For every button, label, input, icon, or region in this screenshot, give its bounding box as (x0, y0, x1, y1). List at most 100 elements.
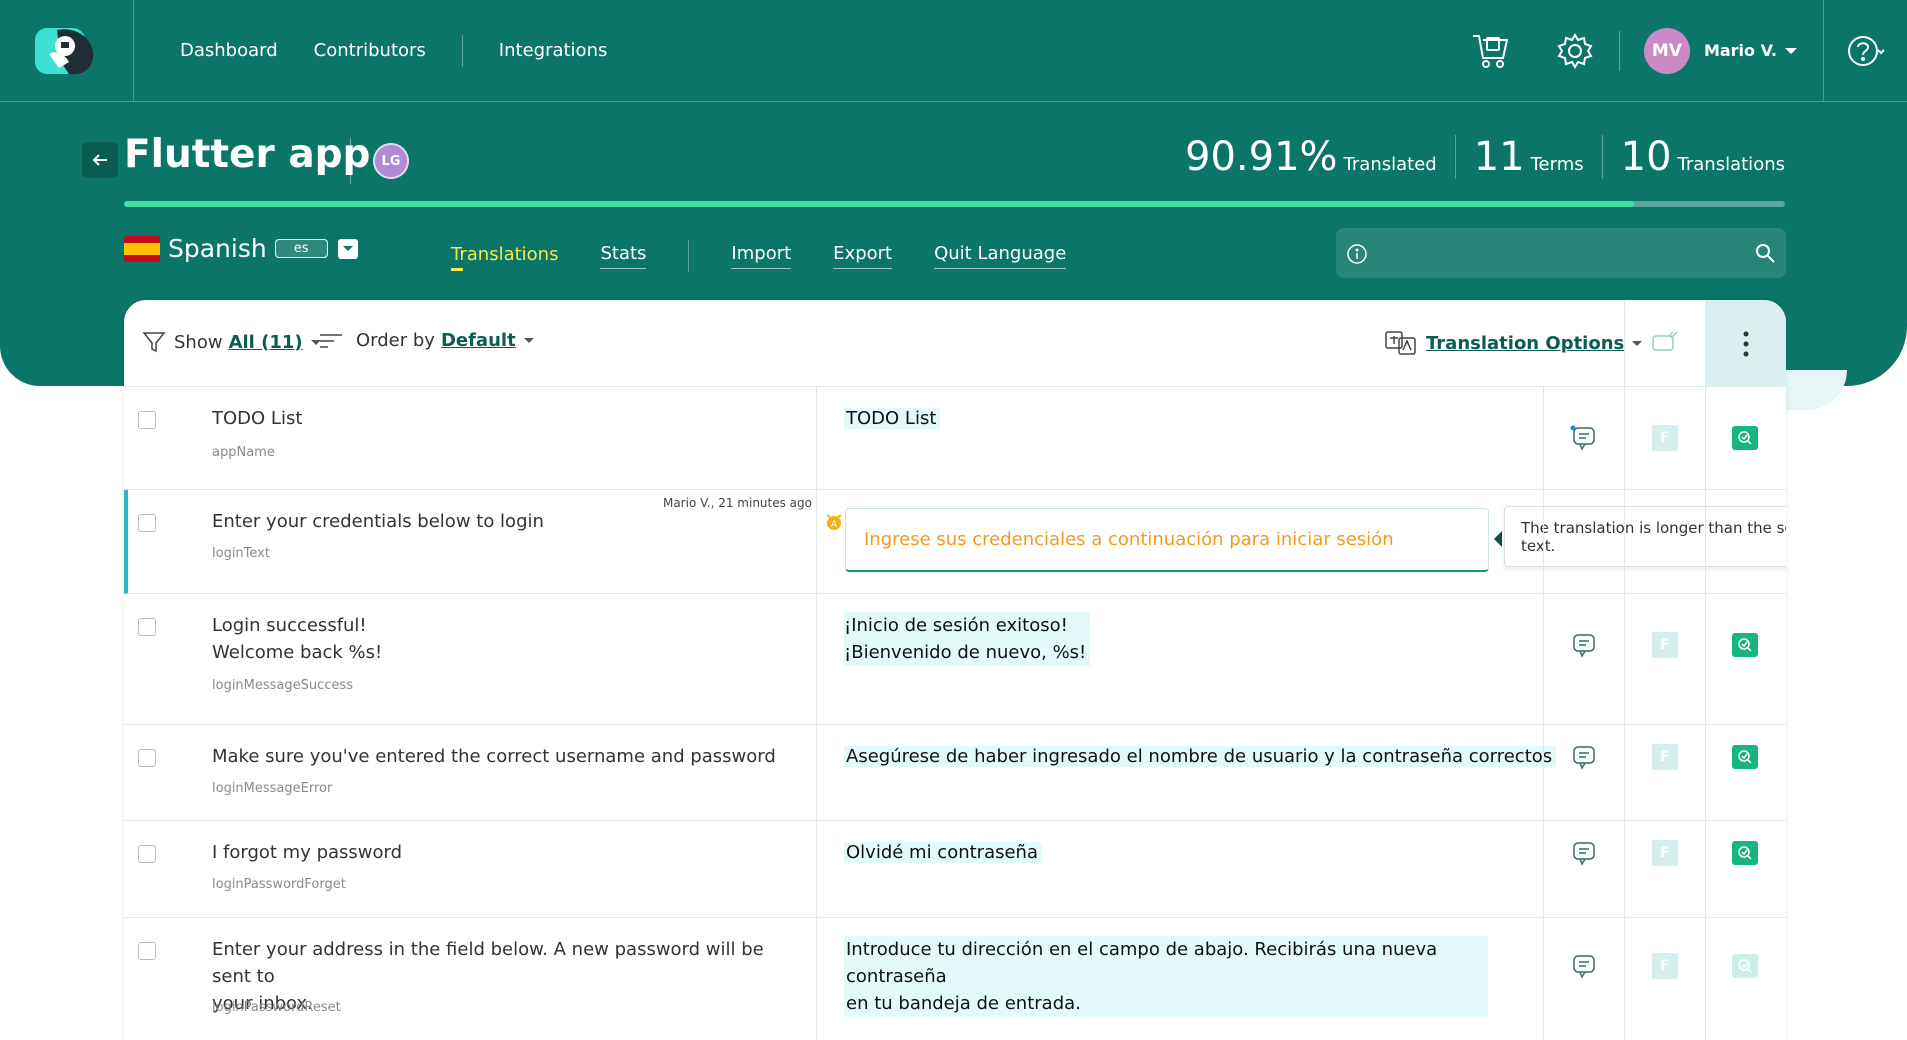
comment-check-icon (1652, 331, 1678, 351)
language-tabs: Translations Stats Import Export Quit La… (451, 240, 1108, 272)
translation-text[interactable]: Introduce tu dirección en el campo de ab… (844, 936, 1488, 1017)
verify-check-icon[interactable] (1732, 841, 1758, 865)
translation-line: ¡Bienvenido de nuevo, %s! (844, 642, 1087, 663)
source-text: Enter your credentials below to login (212, 511, 544, 532)
back-button[interactable] (82, 142, 118, 178)
term-key: loginPasswordForget (212, 877, 346, 892)
chevron-down-icon (342, 246, 353, 251)
row-checkbox[interactable] (138, 749, 156, 767)
translation-text[interactable]: Asegúrese de haber ingresado el nombre d… (844, 743, 1557, 770)
translation-options[interactable]: Translation Options (1384, 330, 1643, 356)
flag-f-icon[interactable]: F (1652, 632, 1678, 658)
comment-icon[interactable] (1570, 840, 1598, 866)
order-by[interactable]: Order by Default (318, 330, 534, 351)
table-row[interactable]: Login successful! Welcome back %s! login… (124, 594, 1786, 725)
last-edit-meta: Mario V., 21 minutes ago (662, 496, 812, 510)
comment-icon[interactable] (1570, 744, 1598, 770)
row-checkbox[interactable] (138, 942, 156, 960)
source-text: Login successful! Welcome back %s! (212, 612, 792, 666)
help-cell (1823, 0, 1907, 101)
comment-icon[interactable] (1570, 425, 1598, 451)
flag-f-icon[interactable]: F (1652, 425, 1678, 451)
term-key: loginPasswordReset (212, 1000, 341, 1015)
show-label: Show (174, 331, 223, 353)
translation-options-label: Translation Options (1426, 332, 1625, 354)
cart-icon[interactable] (1469, 29, 1513, 73)
action-column-divider (1624, 387, 1625, 1040)
verify-check-icon[interactable] (1732, 633, 1758, 657)
bulk-comments-cell[interactable] (1624, 300, 1705, 387)
verify-check-icon[interactable] (1732, 954, 1758, 978)
table-row[interactable]: I forgot my password loginPasswordForget… (124, 821, 1786, 918)
table-row[interactable]: TODO List appName TODO List (124, 387, 1786, 490)
terms-count: 11 (1473, 134, 1525, 180)
show-filter[interactable]: Show All (11) (142, 330, 321, 354)
user-menu-chevron-down-icon[interactable] (1785, 47, 1797, 54)
nav-contributors[interactable]: Contributors (314, 40, 426, 61)
logo-cell (0, 0, 134, 101)
translation-value: TODO List (844, 408, 941, 429)
comment-icon[interactable] (1570, 953, 1598, 979)
flag-f-icon[interactable]: F (1652, 840, 1678, 866)
nav-right-divider (1618, 30, 1620, 71)
project-title: Flutter app (124, 132, 371, 177)
title-divider (350, 138, 351, 184)
flag-f-icon[interactable]: F (1652, 744, 1678, 770)
parrot-logo-icon[interactable] (35, 24, 99, 78)
more-options-button[interactable] (1705, 300, 1786, 387)
column-divider (816, 918, 817, 1040)
translation-text[interactable]: ¡Inicio de sesión exitoso! ¡Bienvenido d… (844, 612, 1091, 666)
search-input[interactable] (1336, 228, 1786, 278)
column-divider (816, 594, 817, 725)
verify-check-icon[interactable] (1732, 745, 1758, 769)
term-key: appName (212, 445, 275, 460)
order-value[interactable]: Default (441, 330, 516, 351)
column-divider (816, 490, 817, 594)
language-selector: Spanish es (124, 234, 358, 263)
row-checkbox[interactable] (138, 618, 156, 636)
table-row[interactable]: Enter your address in the field below. A… (124, 918, 1786, 1040)
language-dropdown-button[interactable] (337, 238, 358, 259)
nav-dashboard[interactable]: Dashboard (180, 40, 278, 61)
top-navigation: Dashboard Contributors Integrations MV M… (0, 0, 1907, 102)
nav-integrations[interactable]: Integrations (499, 40, 608, 61)
row-checkbox[interactable] (138, 845, 156, 863)
column-divider (816, 725, 817, 821)
filter-funnel-icon (142, 332, 166, 353)
tab-import[interactable]: Import (731, 243, 792, 269)
tab-stats[interactable]: Stats (600, 243, 647, 269)
tab-quit-language[interactable]: Quit Language (934, 243, 1067, 269)
verify-check-icon[interactable] (1732, 426, 1758, 450)
action-column-divider (1543, 387, 1544, 1040)
translation-text[interactable]: Olvidé mi contraseña (844, 839, 1042, 866)
auto-translate-alarm-icon[interactable]: A (824, 512, 844, 532)
user-name[interactable]: Mario V. (1704, 41, 1777, 60)
table-row[interactable]: Make sure you've entered the correct use… (124, 725, 1786, 821)
translated-label: Translated (1343, 154, 1437, 175)
translation-value: Asegúrese de haber ingresado el nombre d… (844, 746, 1557, 767)
owner-badge[interactable]: LG (373, 143, 409, 179)
translation-text[interactable]: TODO List (844, 405, 941, 432)
translation-value: Olvidé mi contraseña (844, 842, 1042, 863)
translations-table: Show All (11) Order by Default Translati… (124, 300, 1786, 1040)
show-value[interactable]: All (11) (229, 332, 303, 353)
help-question-icon[interactable] (1846, 34, 1886, 68)
comment-icon[interactable] (1570, 632, 1598, 658)
row-checkbox[interactable] (138, 411, 156, 429)
row-checkbox[interactable] (138, 514, 156, 532)
translation-line: ¡Inicio de sesión exitoso! (844, 615, 1068, 636)
tab-translations[interactable]: Translations (451, 244, 558, 271)
translations-count: 10 (1620, 134, 1672, 180)
flag-f-icon[interactable]: F (1652, 953, 1678, 979)
translations-label: Translations (1677, 154, 1785, 175)
translation-edit-field[interactable]: Ingrese sus credenciales a continuación … (845, 508, 1489, 572)
tab-export[interactable]: Export (833, 243, 893, 269)
settings-gear-icon[interactable] (1553, 29, 1597, 73)
warning-tooltip: The translation is longer than the sourc… (1504, 506, 1786, 567)
table-row-selected[interactable]: Enter your credentials below to login lo… (124, 490, 1786, 594)
language-code: es (274, 239, 328, 258)
user-avatar[interactable]: MV (1643, 27, 1690, 74)
info-icon[interactable] (1346, 243, 1368, 265)
language-name: Spanish (168, 234, 267, 263)
search-icon[interactable] (1754, 242, 1776, 264)
